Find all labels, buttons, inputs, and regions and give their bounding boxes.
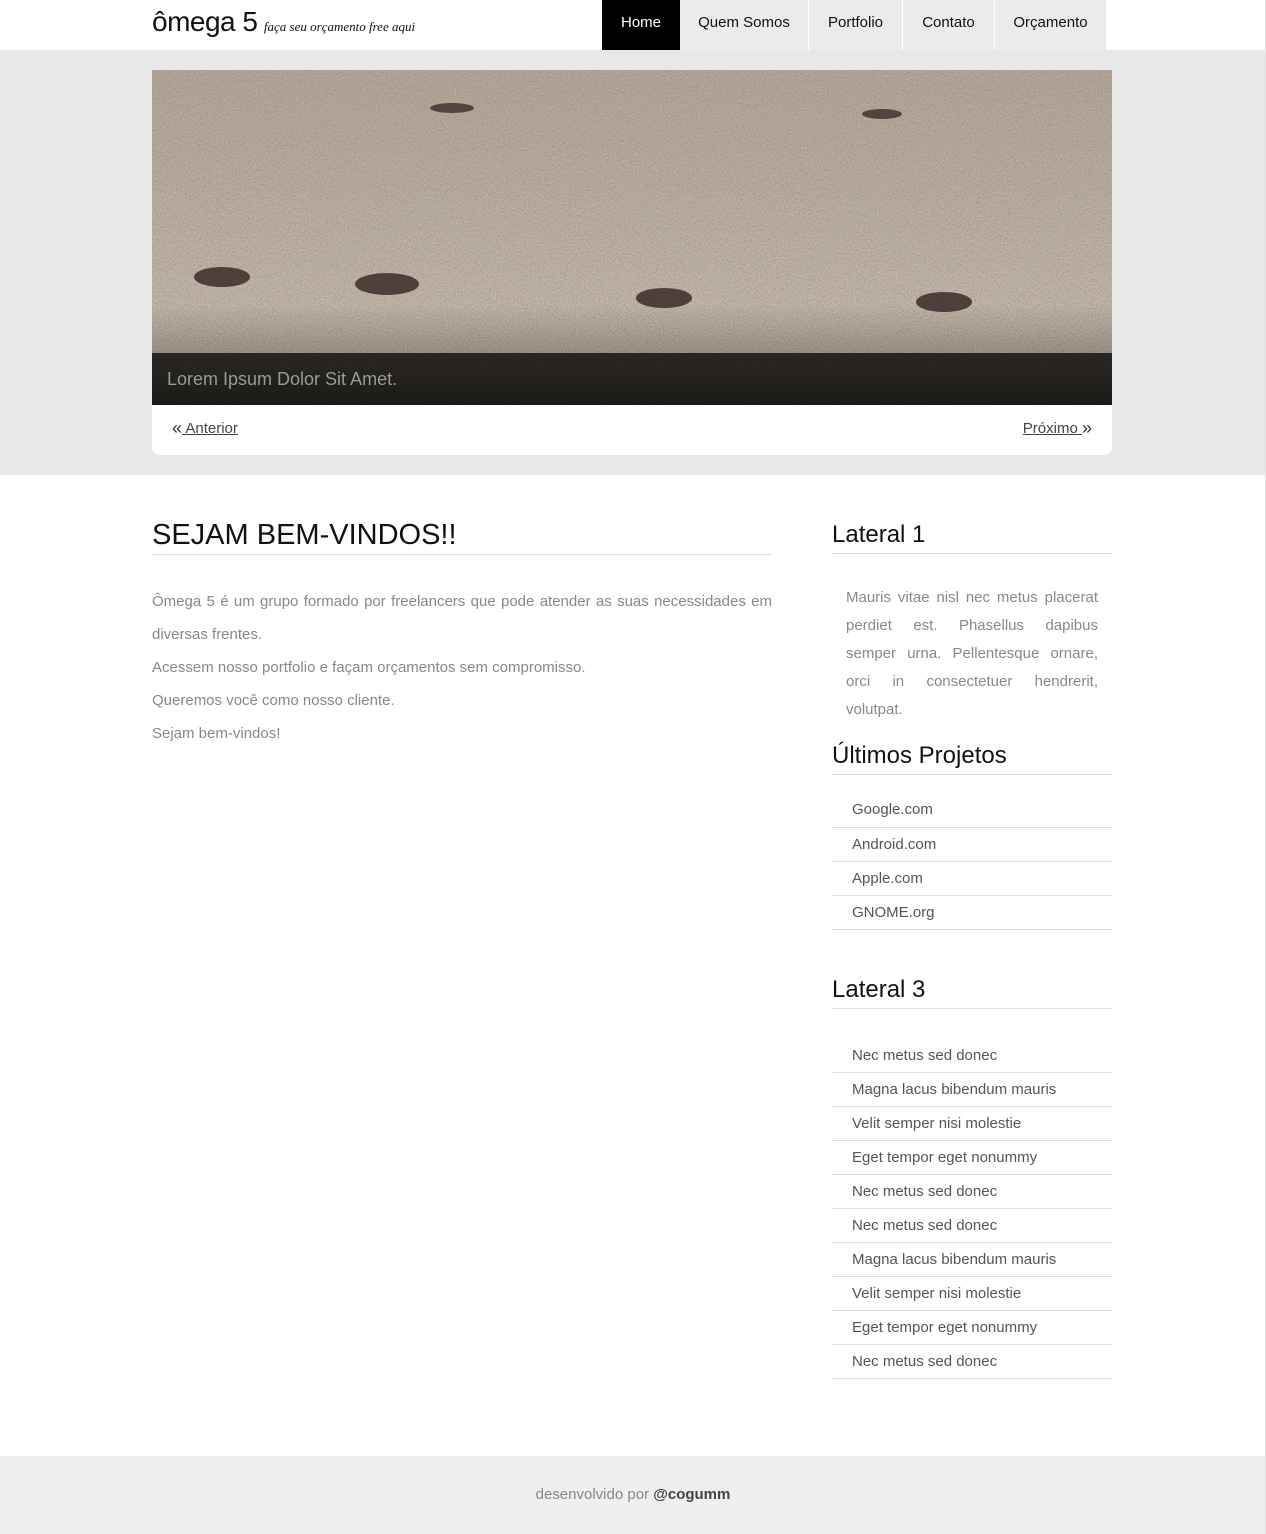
paragraph: Queremos você como nosso cliente.	[152, 692, 395, 709]
nav-item-orcamento[interactable]: Orçamento	[994, 0, 1106, 50]
list-item[interactable]: Magna lacus bibendum mauris	[832, 1243, 1112, 1277]
widget-lateral-1: Lateral 1 Mauris vitae nisl nec metus pl…	[832, 520, 1112, 724]
list-item[interactable]: Nec metus sed donec	[832, 1038, 1112, 1073]
widget-ultimos-projetos: Últimos Projetos Google.com Android.com …	[832, 741, 1112, 930]
prev-slide-label: Anterior	[185, 420, 238, 437]
slider-nav: « Anterior Próximo »	[152, 405, 1112, 455]
list-item[interactable]: Velit semper nisi molestie	[832, 1107, 1112, 1141]
list-item[interactable]: Velit semper nisi molestie	[832, 1277, 1112, 1311]
list-item[interactable]: Nec metus sed donec	[832, 1209, 1112, 1243]
nav-item-quem-somos[interactable]: Quem Somos	[680, 0, 808, 50]
site-header: ômega 5 faça seu orçamento free aqui Hom…	[0, 0, 1266, 50]
footer-author-link[interactable]: @cogumm	[653, 1486, 730, 1503]
widget-text: Mauris vitae nisl nec metus placerat per…	[846, 589, 1098, 718]
list-item[interactable]: Nec metus sed donec	[832, 1175, 1112, 1209]
list-item[interactable]: Magna lacus bibendum mauris	[832, 1073, 1112, 1107]
main-content: SEJAM BEM-VINDOS!! Ômega 5 é um grupo fo…	[152, 520, 772, 750]
list-item[interactable]: GNOME.org	[832, 896, 1112, 930]
double-chevron-right-icon: »	[1081, 418, 1092, 438]
footer-credit: desenvolvido por @cogumm	[0, 1486, 1266, 1503]
widget-title: Lateral 1	[832, 520, 1112, 554]
site-footer: desenvolvido por @cogumm	[0, 1456, 1266, 1534]
nav-item-contato[interactable]: Contato	[902, 0, 994, 50]
slide-caption: Lorem Ipsum Dolor Sit Amet.	[152, 353, 1112, 405]
widget-lateral-3: Lateral 3 Nec metus sed donec Magna lacu…	[832, 975, 1112, 1379]
prev-slide-link[interactable]: « Anterior	[172, 418, 238, 439]
hero-band: Lorem Ipsum Dolor Sit Amet. « Anterior P…	[0, 50, 1266, 475]
list-item[interactable]: Apple.com	[832, 862, 1112, 896]
footer-prefix: desenvolvido por	[535, 1486, 650, 1503]
main-nav: Home Quem Somos Portfolio Contato Orçame…	[602, 0, 1106, 50]
image-slider: Lorem Ipsum Dolor Sit Amet. « Anterior P…	[152, 70, 1112, 455]
next-slide-link[interactable]: Próximo »	[1023, 418, 1092, 439]
double-chevron-left-icon: «	[172, 418, 183, 438]
widget-title: Lateral 3	[832, 975, 1112, 1009]
paragraph: Acessem nosso portfolio e façam orçament…	[152, 659, 586, 676]
paragraph: Sejam bem-vindos!	[152, 725, 281, 742]
list-item[interactable]: Eget tempor eget nonummy	[832, 1141, 1112, 1175]
list-item[interactable]: Eget tempor eget nonummy	[832, 1311, 1112, 1345]
site-title[interactable]: ômega 5	[152, 6, 258, 37]
site-logo[interactable]: ômega 5 faça seu orçamento free aqui	[152, 6, 415, 38]
nav-item-portfolio[interactable]: Portfolio	[808, 0, 902, 50]
next-slide-label: Próximo	[1022, 420, 1078, 437]
widget-title: Últimos Projetos	[832, 741, 1112, 775]
list-item[interactable]: Google.com	[832, 793, 1112, 828]
list-item[interactable]: Nec metus sed donec	[832, 1345, 1112, 1379]
site-tagline: faça seu orçamento free aqui	[263, 19, 416, 34]
slide-caption-text: Lorem Ipsum Dolor Sit Amet.	[167, 369, 398, 389]
links-list: Nec metus sed donec Magna lacus bibendum…	[832, 1038, 1112, 1379]
nav-item-home[interactable]: Home	[602, 0, 680, 50]
projects-list: Google.com Android.com Apple.com GNOME.o…	[832, 793, 1112, 930]
list-item[interactable]: Android.com	[832, 828, 1112, 862]
intro-paragraph: Ômega 5 é um grupo formado por freelance…	[152, 593, 772, 643]
sidebar: Lateral 1 Mauris vitae nisl nec metus pl…	[832, 520, 1112, 1379]
page-title: SEJAM BEM-VINDOS!!	[152, 520, 772, 555]
